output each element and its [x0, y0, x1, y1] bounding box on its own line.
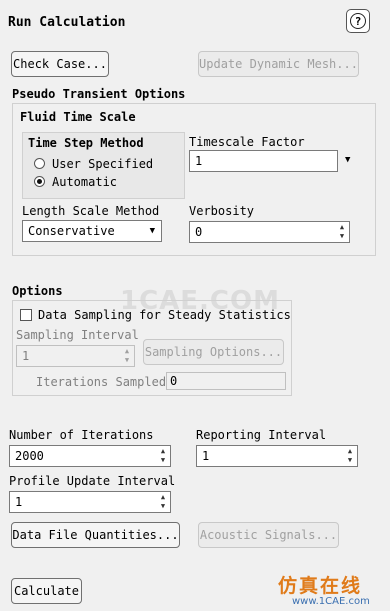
length-scale-method-label: Length Scale Method [22, 204, 160, 218]
calculate-button[interactable]: Calculate [11, 578, 82, 604]
options-title: Options [12, 284, 63, 298]
verbosity-value: 0 [195, 225, 203, 239]
number-of-iterations-spinner-icon[interactable]: ▲ ▼ [157, 447, 169, 465]
panel-title: Run Calculation [8, 15, 126, 30]
profile-update-interval-input[interactable]: 1 ▲ ▼ [9, 491, 171, 513]
data-sampling-label: Data Sampling for Steady Statistics [38, 308, 291, 322]
data-file-quantities-button[interactable]: Data File Quantities... [11, 522, 180, 548]
iterations-sampled-value: 0 [170, 374, 178, 388]
automatic-label: Automatic [52, 175, 118, 189]
verbosity-label: Verbosity [189, 204, 255, 218]
user-specified-radio[interactable] [34, 158, 45, 169]
length-scale-method-value: Conservative [28, 224, 115, 238]
length-scale-method-select[interactable]: Conservative ▼ [22, 220, 162, 242]
help-icon: ? [350, 13, 366, 29]
time-step-method-label: Time Step Method [28, 136, 144, 150]
fluid-time-scale-title: Fluid Time Scale [20, 110, 136, 124]
reporting-interval-input[interactable]: 1 ▲ ▼ [196, 445, 358, 467]
timescale-factor-label: Timescale Factor [189, 135, 305, 149]
timescale-factor-value: 1 [195, 154, 203, 168]
profile-update-interval-value: 1 [15, 495, 23, 509]
pseudo-transient-title: Pseudo Transient Options [12, 87, 186, 101]
watermark-corner-cn: 仿真在线 [278, 575, 363, 597]
chevron-down-icon: ▼ [149, 226, 155, 236]
number-of-iterations-input[interactable]: 2000 ▲ ▼ [9, 445, 171, 467]
update-dynamic-mesh-button: Update Dynamic Mesh... [198, 51, 359, 77]
sampling-interval-spinner-icon: ▲ ▼ [124, 347, 130, 364]
watermark-corner-url: www.1CAE.com [292, 596, 370, 607]
sampling-interval-label: Sampling Interval [16, 328, 139, 342]
sampling-options-button: Sampling Options... [143, 339, 284, 365]
reporting-interval-value: 1 [202, 449, 210, 463]
reporting-interval-spinner-icon[interactable]: ▲ ▼ [344, 447, 356, 465]
verbosity-input[interactable]: 0 ▲ ▼ [189, 221, 350, 243]
check-case-button[interactable]: Check Case... [11, 51, 109, 77]
timescale-factor-input[interactable]: 1 [189, 150, 338, 172]
profile-update-interval-spinner-icon[interactable]: ▲ ▼ [157, 493, 169, 511]
user-specified-label: User Specified [52, 157, 154, 171]
reporting-interval-label: Reporting Interval [196, 428, 327, 442]
iterations-sampled-label: Iterations Sampled [36, 375, 167, 389]
help-button[interactable]: ? [346, 9, 370, 33]
number-of-iterations-value: 2000 [15, 449, 44, 463]
profile-update-interval-label: Profile Update Interval [9, 474, 176, 488]
number-of-iterations-label: Number of Iterations [9, 428, 154, 442]
data-sampling-checkbox[interactable] [20, 309, 32, 321]
sampling-interval-input: 1 ▲ ▼ [16, 345, 135, 367]
timescale-factor-dropdown-icon[interactable]: ▼ [345, 155, 350, 165]
automatic-radio[interactable] [34, 176, 45, 187]
sampling-interval-value: 1 [22, 349, 30, 363]
acoustic-signals-button: Acoustic Signals... [198, 522, 339, 548]
iterations-sampled-input: 0 [166, 372, 286, 390]
verbosity-spinner-icon[interactable]: ▲ ▼ [336, 223, 348, 241]
